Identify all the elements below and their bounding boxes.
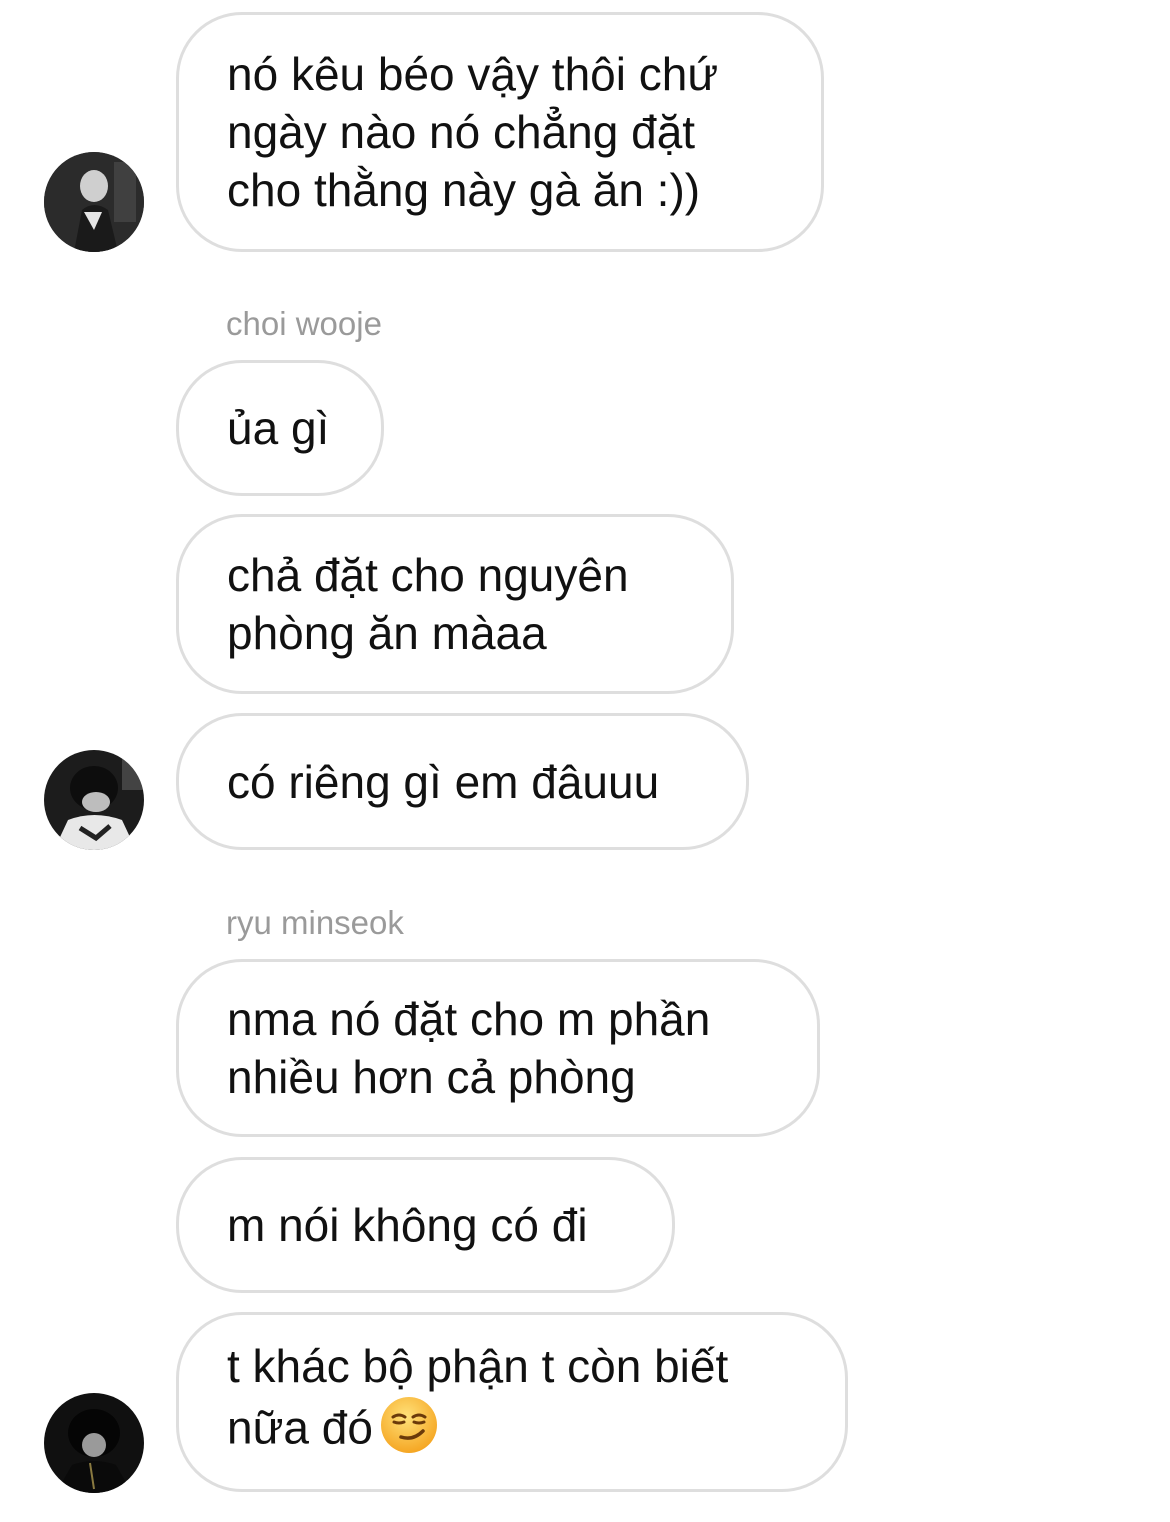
message-bubble[interactable]: nó kêu béo vậy thôi chứ ngày nào nó chẳn… (176, 12, 824, 252)
message-text: nma nó đặt cho m phần nhiều hơn cả phòng (227, 993, 711, 1103)
avatar-photo-icon (44, 152, 144, 252)
message-text: ủa gì (227, 402, 330, 454)
chat-thread: nó kêu béo vậy thôi chứ ngày nào nó chẳn… (0, 0, 1170, 1522)
message-bubble[interactable]: t khác bộ phận t còn biết nữa đó (176, 1312, 848, 1492)
avatar-photo-icon (44, 1393, 144, 1493)
message-text: t khác bộ phận t còn biết nữa đó (227, 1337, 797, 1468)
message-text: chả đặt cho nguyên phòng ăn màaa (227, 549, 629, 659)
avatar-photo-icon (44, 750, 144, 850)
message-text-content: t khác bộ phận t còn biết nữa đó (227, 1339, 729, 1454)
sender-name: choi wooje (226, 305, 382, 342)
message-text: có riêng gì em đâuuu (227, 755, 660, 808)
message-bubble[interactable]: chả đặt cho nguyên phòng ăn màaa (176, 514, 734, 694)
message-bubble[interactable]: m nói không có đi (176, 1157, 675, 1293)
user-avatar-3[interactable] (44, 1393, 144, 1493)
message-text: nó kêu béo vậy thôi chứ ngày nào nó chẳn… (227, 48, 719, 216)
message-bubble[interactable]: nma nó đặt cho m phần nhiều hơn cả phòng (176, 959, 820, 1137)
sender-name: ryu minseok (226, 904, 404, 941)
message-bubble[interactable]: có riêng gì em đâuuu (176, 713, 749, 850)
user-avatar-2[interactable] (44, 750, 144, 850)
message-bubble[interactable]: ủa gì (176, 360, 384, 496)
user-avatar-1[interactable] (44, 152, 144, 252)
smirking-face-icon (379, 1395, 439, 1468)
message-text: m nói không có đi (227, 1199, 588, 1251)
